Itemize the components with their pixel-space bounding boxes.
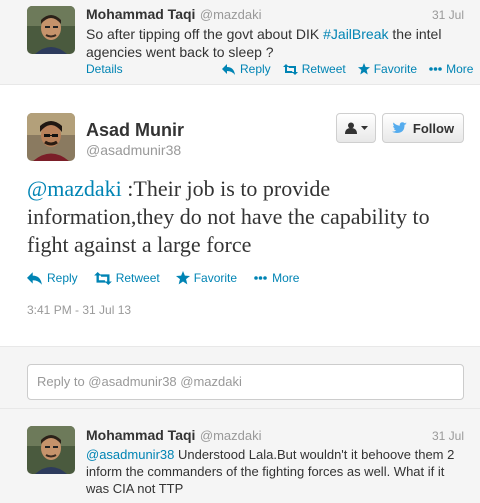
reply-icon: [222, 63, 235, 75]
tweet-text-start: So after tipping off the govt about DIK: [86, 26, 324, 42]
avatar[interactable]: [27, 426, 75, 474]
favorite-button[interactable]: Favorite: [357, 62, 418, 76]
caret-down-icon: [360, 126, 368, 130]
user-icon: [344, 122, 357, 134]
tweet-timestamp[interactable]: 3:41 PM - 31 Jul 13: [27, 303, 131, 317]
author-name[interactable]: Mohammad Taqi: [86, 427, 195, 443]
tweet-header: Mohammad Taqi @mazdaki: [86, 427, 261, 445]
retweet-button[interactable]: Retweet: [282, 62, 346, 76]
tweet-text: @mazdaki :Their job is to provide inform…: [27, 175, 467, 259]
reply-button[interactable]: Reply: [27, 271, 78, 285]
favorite-button[interactable]: Favorite: [175, 271, 238, 285]
reply-label: Reply: [240, 62, 271, 76]
star-icon: [175, 271, 190, 285]
avatar[interactable]: [27, 113, 75, 161]
retweet-button[interactable]: Retweet: [93, 271, 160, 285]
tweet-actions: Reply Retweet Favorite More: [222, 62, 473, 76]
tweet-header: Mohammad Taqi @mazdaki: [86, 6, 261, 24]
retweet-label: Retweet: [301, 62, 346, 76]
author-handle[interactable]: @asadmunir38: [86, 142, 181, 158]
follow-button[interactable]: Follow: [382, 113, 464, 143]
favorite-label: Favorite: [193, 271, 238, 285]
twitter-bird-icon: [391, 122, 407, 133]
author-handle[interactable]: @mazdaki: [200, 428, 262, 443]
avatar[interactable]: [27, 6, 75, 54]
tweet-actions: Reply Retweet Favorite More: [27, 271, 299, 285]
retweet-icon: [93, 271, 112, 285]
favorite-label: Favorite: [373, 62, 418, 76]
ellipsis-icon: [429, 67, 442, 71]
tweet-expanded: Asad Munir @asadmunir38 Follow @mazdaki …: [0, 85, 480, 347]
details-link[interactable]: Details: [86, 62, 123, 76]
user-actions-button[interactable]: [336, 113, 376, 143]
hashtag-link[interactable]: #JailBreak: [323, 26, 388, 42]
tweet-date[interactable]: 31 Jul: [432, 8, 464, 22]
tweet-text: So after tipping off the govt about DIK …: [86, 25, 466, 61]
tweet-date[interactable]: 31 Jul: [432, 429, 464, 443]
reply-icon: [27, 271, 42, 285]
tweet-text: @asadmunir38 Understood Lala.But wouldn'…: [86, 446, 470, 497]
follow-label: Follow: [412, 120, 455, 136]
retweet-icon: [282, 63, 298, 75]
ellipsis-icon: [254, 276, 267, 280]
star-icon: [357, 63, 370, 75]
author-name[interactable]: Asad Munir: [86, 120, 184, 141]
more-button[interactable]: More: [253, 271, 299, 285]
more-label: More: [272, 271, 300, 285]
tweet-compact-2: Mohammad Taqi @mazdaki 31 Jul @asadmunir…: [0, 409, 480, 503]
author-handle[interactable]: @mazdaki: [200, 7, 262, 22]
mention-link[interactable]: @mazdaki: [27, 176, 122, 201]
more-button[interactable]: More: [429, 62, 473, 76]
reply-label: Reply: [47, 271, 78, 285]
tweet-compact-1: Mohammad Taqi @mazdaki 31 Jul So after t…: [0, 0, 480, 85]
reply-box: Reply to @asadmunir38 @mazdaki: [0, 347, 480, 409]
more-label: More: [446, 62, 474, 76]
retweet-label: Retweet: [115, 271, 160, 285]
mention-link[interactable]: @asadmunir38: [86, 447, 174, 462]
author-name[interactable]: Mohammad Taqi: [86, 6, 195, 22]
reply-input[interactable]: Reply to @asadmunir38 @mazdaki: [27, 364, 464, 400]
reply-button[interactable]: Reply: [222, 62, 271, 76]
